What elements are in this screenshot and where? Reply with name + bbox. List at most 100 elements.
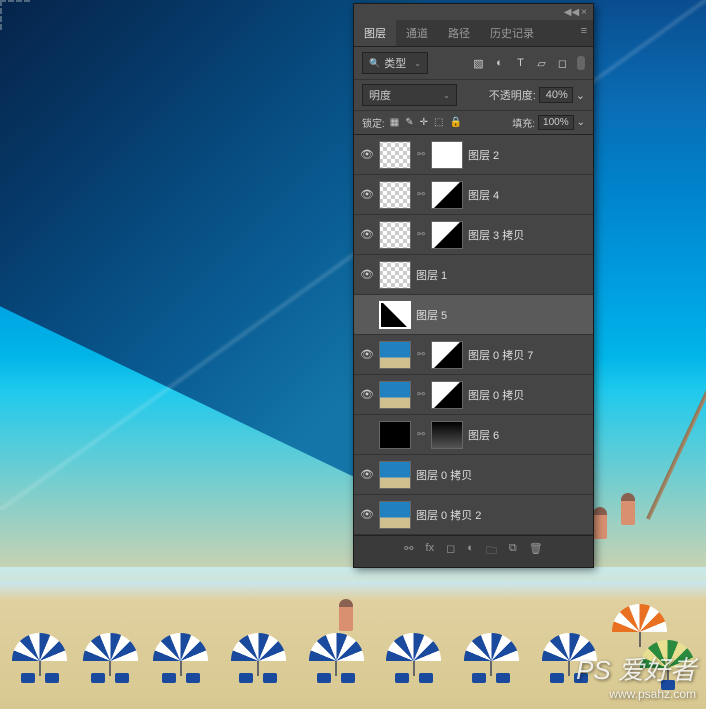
layer-thumbnail[interactable]	[379, 141, 411, 169]
layer-name[interactable]: 图层 0 拷贝 7	[468, 347, 533, 363]
close-icon[interactable]: ×	[581, 7, 587, 18]
image-umbrella	[304, 633, 369, 688]
mask-thumbnail[interactable]	[431, 181, 463, 209]
layer-thumbnail[interactable]	[379, 261, 411, 289]
layer-row[interactable]: 👁 图层 1	[354, 255, 593, 295]
layer-name[interactable]: 图层 5	[416, 307, 447, 323]
image-umbrella	[381, 633, 446, 688]
mask-link-icon[interactable]: ⚯	[416, 149, 426, 160]
layer-name[interactable]: 图层 2	[468, 147, 499, 163]
layer-row[interactable]: ⚯ 图层 6	[354, 415, 593, 455]
filter-smart-icon[interactable]: ◻	[556, 57, 569, 70]
lock-all-icon[interactable]: 🔒	[449, 117, 461, 128]
layer-row[interactable]: 👁 ⚯ 图层 0 拷贝 7	[354, 335, 593, 375]
mask-link-icon[interactable]: ⚯	[416, 229, 426, 240]
mask-thumbnail[interactable]	[431, 141, 463, 169]
layer-thumbnail[interactable]	[379, 461, 411, 489]
mask-link-icon[interactable]: ⚯	[416, 389, 426, 400]
visibility-toggle-icon[interactable]: 👁	[360, 348, 374, 362]
chevron-down-icon[interactable]: ⌄	[577, 117, 585, 128]
filter-toggle-icon[interactable]	[577, 56, 585, 70]
blend-mode-select[interactable]: 明度 ⌄	[362, 84, 457, 106]
visibility-toggle-icon[interactable]: 👁	[360, 508, 374, 522]
visibility-toggle-icon[interactable]: 👁	[360, 228, 374, 242]
lock-position-icon[interactable]: ✛	[420, 117, 428, 128]
layer-name[interactable]: 图层 4	[468, 187, 499, 203]
chevron-down-icon: ⌄	[414, 59, 421, 68]
layer-name[interactable]: 图层 0 拷贝	[416, 467, 472, 483]
lock-label: 锁定:	[362, 115, 385, 130]
delete-layer-icon[interactable]: 🗑	[529, 542, 543, 561]
visibility-toggle-icon[interactable]: 👁	[360, 468, 374, 482]
layer-name[interactable]: 图层 1	[416, 267, 447, 283]
mask-thumbnail[interactable]	[431, 341, 463, 369]
new-layer-icon[interactable]: ⧉	[509, 542, 517, 561]
visibility-toggle-icon[interactable]	[360, 308, 374, 322]
tab-paths[interactable]: 路径	[438, 20, 480, 46]
filter-type-select[interactable]: 🔍 类型 ⌄	[362, 52, 428, 74]
layer-thumbnail[interactable]	[379, 381, 411, 409]
adjustment-layer-icon[interactable]: ◐	[467, 542, 474, 561]
add-mask-icon[interactable]: ◻	[446, 542, 455, 561]
link-layers-icon[interactable]: ⚯	[404, 542, 413, 561]
layer-thumbnail[interactable]	[379, 341, 411, 369]
lock-pixels-icon[interactable]: ✎	[405, 117, 413, 128]
layer-row[interactable]: 图层 5	[354, 295, 593, 335]
filter-type-icon[interactable]: T	[514, 57, 527, 70]
filter-adjustment-icon[interactable]: ◐	[493, 57, 506, 70]
layer-name[interactable]: 图层 6	[468, 427, 499, 443]
chevron-down-icon[interactable]: ⌄	[576, 89, 585, 102]
layer-name[interactable]: 图层 0 拷贝 2	[416, 507, 481, 523]
layers-list: 👁 ⚯ 图层 2 👁 ⚯ 图层 4 👁 ⚯ 图层 3 拷贝 👁 图层 1 图层 5 👁 ⚯ 图层 0 拷贝 …	[354, 135, 593, 535]
mask-thumbnail[interactable]	[431, 421, 463, 449]
selection-corner-mark	[0, 0, 30, 30]
tab-history[interactable]: 历史记录	[480, 20, 544, 46]
visibility-toggle-icon[interactable]: 👁	[360, 188, 374, 202]
layers-footer: ⚯ fx ◻ ◐ 🗀 ⧉ 🗑	[354, 535, 593, 567]
visibility-toggle-icon[interactable]	[360, 428, 374, 442]
mask-thumbnail[interactable]	[431, 221, 463, 249]
image-person	[339, 599, 353, 631]
filter-shape-icon[interactable]: ▱	[535, 57, 548, 70]
visibility-toggle-icon[interactable]: 👁	[360, 268, 374, 282]
tab-layers[interactable]: 图层	[354, 20, 396, 46]
layer-row[interactable]: 👁 图层 0 拷贝 2	[354, 495, 593, 535]
mask-link-icon[interactable]: ⚯	[416, 429, 426, 440]
layer-fx-icon[interactable]: fx	[426, 542, 435, 561]
layer-row[interactable]: 👁 ⚯ 图层 2	[354, 135, 593, 175]
layer-row[interactable]: 👁 ⚯ 图层 0 拷贝	[354, 375, 593, 415]
filter-pixel-icon[interactable]: ▧	[472, 57, 485, 70]
fill-label: 填充:	[512, 115, 535, 130]
layer-thumbnail[interactable]	[379, 501, 411, 529]
mask-link-icon[interactable]: ⚯	[416, 189, 426, 200]
layer-thumbnail[interactable]	[379, 221, 411, 249]
mask-thumbnail[interactable]	[431, 381, 463, 409]
layer-thumbnail[interactable]	[379, 181, 411, 209]
layer-row[interactable]: 👁 ⚯ 图层 3 拷贝	[354, 215, 593, 255]
layer-name[interactable]: 图层 3 拷贝	[468, 227, 524, 243]
mask-link-icon[interactable]: ⚯	[416, 349, 426, 360]
tab-channels[interactable]: 通道	[396, 20, 438, 46]
visibility-toggle-icon[interactable]: 👁	[360, 388, 374, 402]
layers-panel[interactable]: ◀◀ × 图层 通道 路径 历史记录 ≡ 🔍 类型 ⌄ ▧ ◐ T ▱ ◻ 明度…	[353, 3, 594, 568]
image-person	[621, 493, 635, 525]
layer-name[interactable]: 图层 0 拷贝	[468, 387, 524, 403]
collapse-icon[interactable]: ◀◀	[564, 7, 579, 18]
visibility-toggle-icon[interactable]: 👁	[360, 148, 374, 162]
watermark: PS 爱好者 www.psahz.com	[576, 650, 696, 701]
image-umbrella	[226, 633, 291, 688]
image-umbrella	[459, 633, 524, 688]
layer-filter-row: 🔍 类型 ⌄ ▧ ◐ T ▱ ◻	[354, 47, 593, 80]
layer-row[interactable]: 👁 ⚯ 图层 4	[354, 175, 593, 215]
lock-artboard-icon[interactable]: ⬚	[434, 117, 443, 128]
filter-type-label: 类型	[384, 55, 406, 71]
new-group-icon[interactable]: 🗀	[486, 542, 497, 561]
layer-thumbnail[interactable]	[379, 421, 411, 449]
fill-value[interactable]: 100%	[538, 115, 574, 130]
lock-transparency-icon[interactable]: ▦	[390, 117, 399, 128]
lock-row: 锁定: ▦ ✎ ✛ ⬚ 🔒 填充: 100% ⌄	[354, 111, 593, 135]
opacity-value[interactable]: 40%	[539, 87, 573, 103]
panel-menu-icon[interactable]: ≡	[575, 20, 593, 46]
layer-row[interactable]: 👁 图层 0 拷贝	[354, 455, 593, 495]
layer-thumbnail[interactable]	[379, 301, 411, 329]
